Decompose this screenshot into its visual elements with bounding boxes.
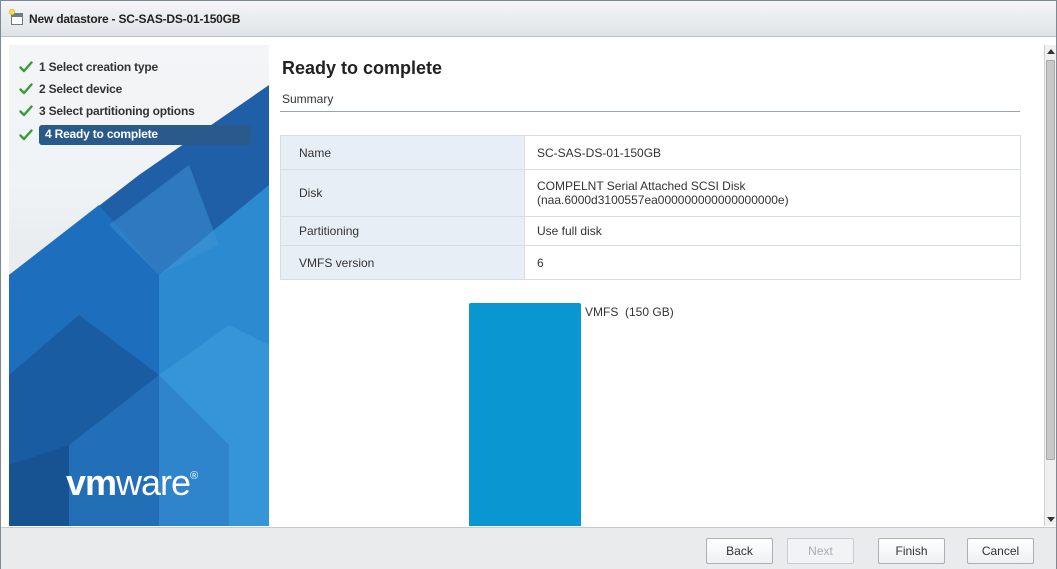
summary-value: COMPELNT Serial Attached SCSI Disk (naa.6… <box>537 179 789 207</box>
check-icon <box>19 61 33 73</box>
summary-row-vmfs-version: VMFS version 6 <box>281 246 1020 279</box>
summary-value: 6 <box>537 255 544 270</box>
summary-key: Partitioning <box>281 217 525 245</box>
vmware-logo: vmware® <box>66 462 198 503</box>
summary-value: SC-SAS-DS-01-150GB <box>537 145 662 160</box>
check-icon <box>19 129 33 141</box>
vertical-scrollbar[interactable] <box>1044 45 1056 526</box>
scrollbar-thumb[interactable] <box>1046 60 1055 460</box>
summary-key: VMFS version <box>281 246 525 279</box>
wizard-step-label: 1 Select creation type <box>39 60 158 74</box>
next-button[interactable]: Next <box>787 538 854 564</box>
scroll-down-icon[interactable] <box>1047 517 1055 522</box>
summary-row-disk: Disk COMPELNT Serial Attached SCSI Disk(… <box>281 170 1020 217</box>
back-button[interactable]: Back <box>706 538 773 564</box>
vmfs-partition-bar <box>469 303 581 526</box>
new-datastore-icon <box>9 9 23 25</box>
page-subtitle: Summary <box>282 92 334 106</box>
summary-key: Name <box>281 136 525 169</box>
check-icon <box>19 105 33 117</box>
wizard-step-label: 3 Select partitioning options <box>39 104 195 118</box>
wizard-step-3[interactable]: 3 Select partitioning options <box>19 101 259 121</box>
wizard-step-label: 2 Select device <box>39 82 123 96</box>
wizard-sidebar: 1 Select creation type 2 Select device 3… <box>9 45 269 526</box>
new-datastore-dialog: New datastore - SC-SAS-DS-01-150GB 1 Sel… <box>0 0 1057 569</box>
divider <box>280 111 1020 112</box>
scroll-up-icon[interactable] <box>1047 49 1055 54</box>
wizard-step-4[interactable]: 4 Ready to complete <box>19 125 257 145</box>
wizard-footer: Back Next Finish Cancel <box>1 527 1056 569</box>
wizard-step-1[interactable]: 1 Select creation type <box>19 57 259 77</box>
check-icon <box>19 83 33 95</box>
summary-row-name: Name SC-SAS-DS-01-150GB <box>281 136 1020 170</box>
summary-table: Name SC-SAS-DS-01-150GB Disk COMPELNT Se… <box>280 135 1021 280</box>
wizard-content: Ready to complete Summary Name SC-SAS-DS… <box>269 45 1044 526</box>
wizard-step-2[interactable]: 2 Select device <box>19 79 259 99</box>
vmfs-partition-label: VMFS (150 GB) <box>585 305 674 319</box>
wizard-step-label: 4 Ready to complete <box>39 125 251 145</box>
summary-value: Use full disk <box>537 224 602 238</box>
summary-key: Disk <box>281 170 525 216</box>
finish-button[interactable]: Finish <box>878 538 945 564</box>
window-title: New datastore - SC-SAS-DS-01-150GB <box>29 12 241 26</box>
cancel-button[interactable]: Cancel <box>967 538 1034 564</box>
title-bar: New datastore - SC-SAS-DS-01-150GB <box>1 1 1056 37</box>
page-title: Ready to complete <box>282 58 443 78</box>
summary-row-partitioning: Partitioning Use full disk <box>281 217 1020 246</box>
